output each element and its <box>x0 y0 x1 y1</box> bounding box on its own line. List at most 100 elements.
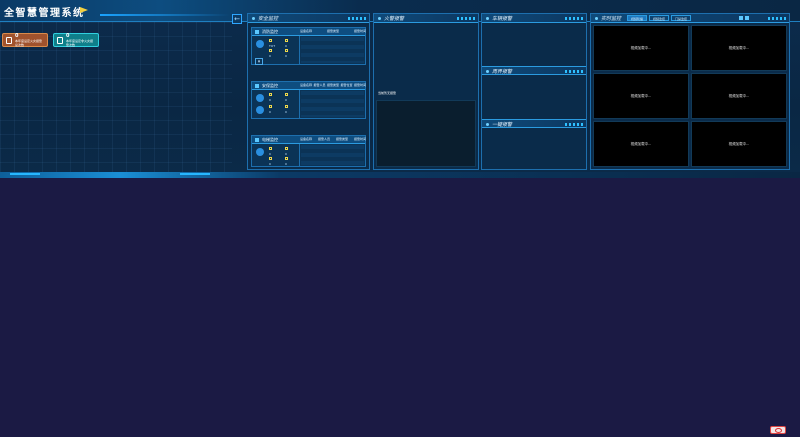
stat-icon <box>269 105 272 108</box>
tab-video-monitor[interactable]: 视频监控 <box>649 15 670 21</box>
stat-icon <box>285 105 288 108</box>
collapse-button[interactable]: ← <box>232 14 242 24</box>
video-cell[interactable]: 视频加载中... <box>691 73 787 119</box>
non-fire-alarm-stat-card[interactable]: 0 本年度设定非火灾报警次数 <box>53 33 99 47</box>
panel-title: 一键报警 <box>492 122 513 128</box>
stripe-decor <box>565 123 583 126</box>
stat-value: 0 <box>285 54 287 58</box>
stat-value: 0 <box>269 98 271 102</box>
loading-text: 视频加载中... <box>728 45 750 50</box>
fire-icon <box>255 30 259 34</box>
stat-label: 本年度设定火灾报警总次数 <box>15 39 43 47</box>
panel-title: 周界报警 <box>492 69 513 75</box>
column-header: 报警时间 <box>353 137 366 141</box>
alarm-table <box>301 91 364 117</box>
stat-value: 0 <box>269 110 271 114</box>
panel-title: 车辆报警 <box>492 16 513 22</box>
stat-label: 本年度设定非火灾报警次数 <box>66 39 94 47</box>
column-header: 报警类型 <box>335 137 348 141</box>
stat-value: 0 <box>285 162 287 166</box>
bullet-icon <box>486 17 489 20</box>
alarm-table <box>301 145 364 165</box>
bottom-bar <box>0 172 800 178</box>
fire-alarm-stat-card[interactable]: 0 本年度设定火灾报警总次数 <box>2 33 48 47</box>
loading-text: 视频加载中... <box>630 141 652 146</box>
shield-icon <box>255 84 259 88</box>
loading-text: 视频加载中... <box>630 45 652 50</box>
tab-video-carousel[interactable]: 视频轮播 <box>627 15 648 21</box>
user-icon <box>256 94 264 102</box>
panel-title: 实时监控 <box>601 16 622 22</box>
column-header: 设备名称 <box>300 83 313 87</box>
grid-view-icon[interactable] <box>739 16 743 20</box>
stat-icon <box>269 49 272 52</box>
column-header: 报警人员 <box>313 83 326 87</box>
loading-text: 视频加载中... <box>728 93 750 98</box>
fire-table-header: 设备名称 报警类型 报警时间 <box>300 29 366 35</box>
stat-icon <box>285 39 288 42</box>
video-cell[interactable]: 视频加载中... <box>691 25 787 71</box>
stat-icon <box>269 157 272 160</box>
bullet-icon <box>486 70 489 73</box>
column-header: 报警位置 <box>340 83 353 87</box>
stat-icon <box>285 157 288 160</box>
fullscreen-icon[interactable] <box>745 16 749 20</box>
user-icon <box>256 40 264 48</box>
video-cell[interactable]: 视频加载中... <box>593 73 689 119</box>
user-icon <box>256 148 264 156</box>
tab-access-monitor[interactable]: 门禁监控 <box>671 15 692 21</box>
stat-value: 0 <box>269 54 271 58</box>
dashboard: 全智慧管理系统 0 本年度设定火灾报警总次数 0 本年度设定非火灾报警次数 ← … <box>0 0 800 178</box>
stat-icon <box>269 93 272 96</box>
loading-text: 视频加载中... <box>728 141 750 146</box>
video-cell[interactable]: 视频加载中... <box>593 121 689 167</box>
alarm-stack-panel: 车辆报警 周界报警 一键报警 <box>481 13 587 170</box>
section-title: 电梯监控 <box>262 137 278 142</box>
no-alarm-text: 当前暂无报警 <box>378 91 397 95</box>
stripe-decor <box>565 70 583 73</box>
elevator-table-header: 设备名称 报警人员 报警类型 报警时间 <box>300 137 366 143</box>
panel-title: 安全监控 <box>258 16 279 22</box>
alarm-icon <box>57 36 64 44</box>
stat-value: 0 <box>285 44 287 48</box>
bullet-icon <box>595 17 598 20</box>
stat-value: TOT <box>269 44 276 48</box>
stripe-decor <box>457 17 475 20</box>
column-header: 报警人员 <box>317 137 330 141</box>
column-header: 报警时间 <box>353 83 366 87</box>
alarm-table <box>301 37 364 63</box>
stat-icon <box>285 147 288 150</box>
panel-header: 火警报警 <box>374 14 478 23</box>
stat-value: 0 <box>285 152 287 156</box>
column-header: 设备名称 <box>300 29 313 33</box>
bullet-icon <box>486 123 489 126</box>
stat-icon <box>285 49 288 52</box>
video-cell[interactable]: 视频加载中... <box>691 121 787 167</box>
column-header: 报警类型 <box>326 29 339 33</box>
perimeter-alarm-header: 周界报警 <box>482 66 586 75</box>
fire-alarm-panel: 火警报警 当前暂无报警 <box>373 13 479 170</box>
section-summary: TOT 0 0 0 ▦ <box>252 36 300 65</box>
app-title: 全智慧管理系统 <box>4 8 85 19</box>
security-table-header: 设备名称 报警人员 报警类型 报警位置 报警时间 <box>300 83 366 89</box>
stripe-decor <box>565 17 583 20</box>
stripe-decor <box>768 17 786 20</box>
panel-header: 安全监控 <box>248 14 369 23</box>
section-summary: 0 0 0 0 <box>252 90 300 118</box>
user-icon <box>256 106 264 114</box>
column-header: 设备名称 <box>300 137 313 141</box>
stat-value: 0 <box>269 152 271 156</box>
stat-icon <box>269 39 272 42</box>
decor-segment <box>10 173 40 175</box>
video-cell[interactable]: 视频加载中... <box>593 25 689 71</box>
live-monitor-panel: 实时监控 视频轮播 视频监控 门禁监控 视频加载中... 视频加载中... 视频… <box>590 13 790 170</box>
section-title: 安保监控 <box>262 83 278 88</box>
alarm-video-view[interactable] <box>376 100 476 167</box>
grid-toggle-button[interactable]: ▦ <box>255 58 263 65</box>
column-header: 报警时间 <box>353 29 366 33</box>
elevator-icon <box>255 138 259 142</box>
stat-value: 0 <box>269 162 271 166</box>
alarm-icon <box>6 36 13 44</box>
monitor-tabs: 视频轮播 视频监控 门禁监控 <box>627 15 692 22</box>
stripe-decor <box>348 17 366 20</box>
